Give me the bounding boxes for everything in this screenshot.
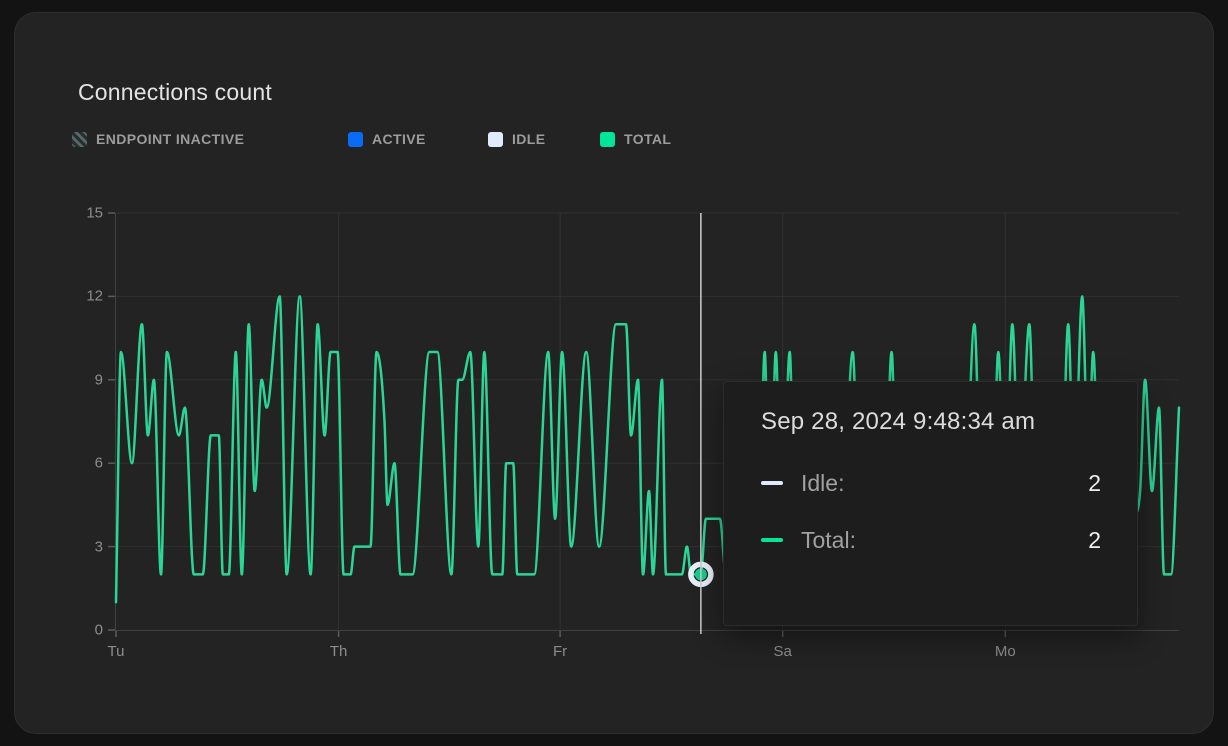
- x-axis-tick-label: Fr: [553, 643, 567, 660]
- chart-tooltip: Sep 28, 2024 9:48:34 am Idle: 2 Total: 2: [723, 381, 1138, 626]
- tooltip-row-total: Total: 2: [761, 525, 1101, 555]
- y-axis-tick-label: 6: [95, 455, 103, 472]
- y-axis-tick-label: 15: [86, 205, 103, 222]
- y-axis-tick-label: 9: [95, 371, 103, 388]
- x-axis-tick-label: Sa: [774, 643, 792, 660]
- x-axis-tick-label: Th: [330, 643, 348, 660]
- tooltip-row-label: Idle:: [801, 470, 844, 497]
- total-dash-icon: [761, 538, 783, 542]
- connections-line-chart[interactable]: 0 3 6 9 12 15 Tu Th Fr Sa Mo: [15, 13, 1228, 746]
- connections-count-card: Connections count ENDPOINT INACTIVE ACTI…: [14, 12, 1214, 734]
- idle-dash-icon: [761, 481, 783, 485]
- page-background: Connections count ENDPOINT INACTIVE ACTI…: [0, 0, 1228, 746]
- tooltip-row-idle: Idle: 2: [761, 468, 1101, 498]
- tooltip-row-value: 2: [1088, 527, 1101, 554]
- x-axis-tick-label: Tu: [108, 643, 125, 660]
- y-axis-tick-label: 0: [95, 622, 103, 639]
- tooltip-timestamp: Sep 28, 2024 9:48:34 am: [761, 408, 1101, 436]
- tooltip-row-value: 2: [1088, 470, 1101, 497]
- y-axis-tick-label: 3: [95, 538, 103, 555]
- y-axis-tick-label: 12: [86, 288, 103, 305]
- tooltip-row-label: Total:: [801, 527, 856, 554]
- x-axis-tick-label: Mo: [995, 643, 1016, 660]
- tooltip-rows: Idle: 2 Total: 2: [761, 468, 1101, 555]
